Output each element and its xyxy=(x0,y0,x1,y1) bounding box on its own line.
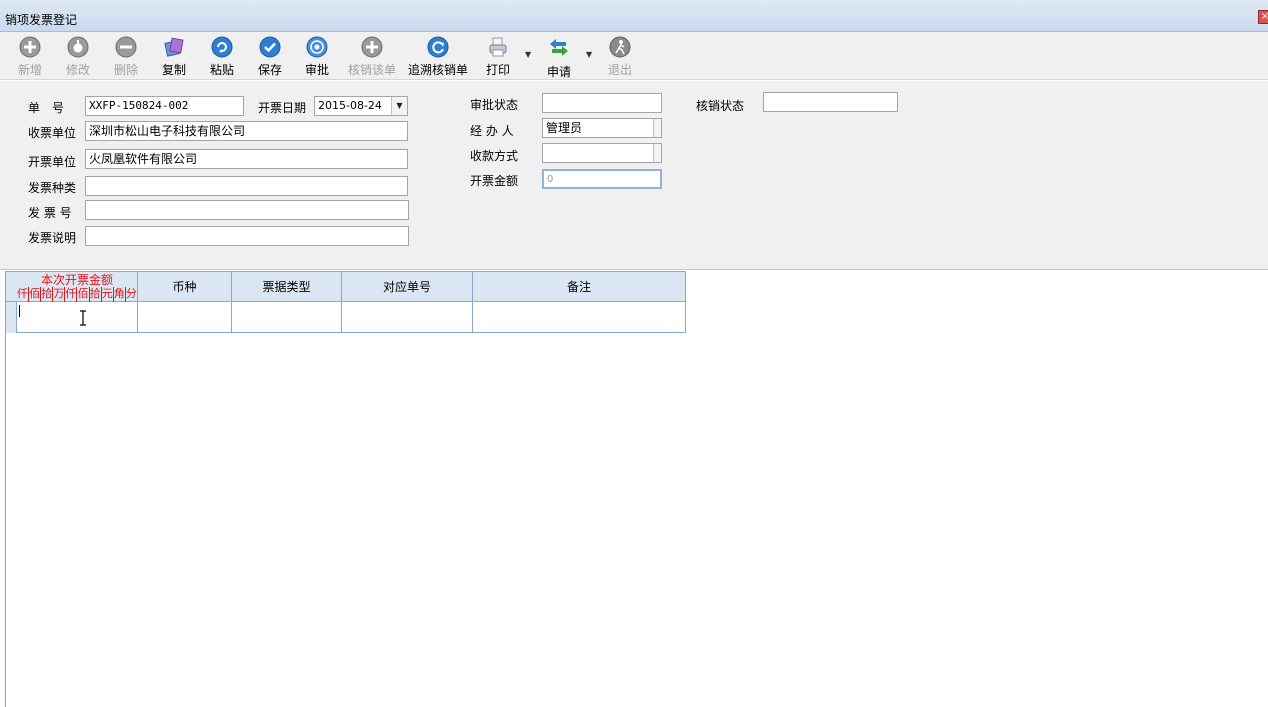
grid-header: 本次开票金额 仟 佰 拾 万 仟 佰 拾 元 角 分 币种 票据类型 对应单号 … xyxy=(6,271,686,302)
approval-status-label: 审批状态 xyxy=(470,98,519,112)
digit-label: 佰 xyxy=(29,287,42,302)
printer-icon xyxy=(489,37,507,57)
save-button-label: 保存 xyxy=(257,63,282,77)
currency-cell[interactable] xyxy=(138,302,232,333)
payment-method-dropdown-icon[interactable] xyxy=(653,144,661,162)
issuer-label: 开票单位 xyxy=(28,155,77,169)
plus-circle-icon xyxy=(19,36,41,58)
issuer-field[interactable]: 火凤凰软件有限公司 xyxy=(85,149,408,169)
payment-method-label: 收款方式 xyxy=(470,149,519,163)
invoice-amount-label: 开票金额 xyxy=(470,174,519,188)
delete-button[interactable]: 删除 xyxy=(110,36,142,80)
writeoff-button[interactable]: 核销该单 xyxy=(347,36,397,80)
invoice-date-label: 开票日期 xyxy=(258,101,307,115)
copy-button[interactable]: 复制 xyxy=(158,36,190,80)
edit-button-label: 修改 xyxy=(65,63,90,77)
amount-column-header[interactable]: 本次开票金额 仟 佰 拾 万 仟 佰 拾 元 角 分 xyxy=(17,272,138,302)
order-no-field[interactable]: XXFP-150824-002 xyxy=(85,96,244,116)
receiver-label: 收票单位 xyxy=(28,126,77,140)
add-button-label: 新增 xyxy=(17,63,42,77)
amount-cell[interactable] xyxy=(17,302,138,333)
copy-icon xyxy=(164,37,184,57)
exit-icon xyxy=(609,36,631,58)
apply-dropdown-icon[interactable]: ▼ xyxy=(586,50,592,59)
digit-label: 万 xyxy=(53,287,66,302)
digit-label: 拾 xyxy=(41,287,54,302)
payment-method-select[interactable] xyxy=(542,143,662,163)
chevron-down-icon[interactable]: ▼ xyxy=(391,97,407,115)
save-button[interactable]: 保存 xyxy=(254,36,286,80)
trace-icon xyxy=(427,36,449,58)
apply-button[interactable]: 申请 xyxy=(543,36,575,80)
title-bar: 销项发票登记 × xyxy=(0,0,1268,32)
sales-invoice-window: 销项发票登记 × 新增 修改 删除 复制 粘贴 保存 审批 核销该单 追溯核销单… xyxy=(0,0,1268,707)
invoice-type-field[interactable] xyxy=(85,176,408,196)
print-button[interactable]: 打印 xyxy=(482,36,514,80)
bill-type-column-header[interactable]: 票据类型 xyxy=(232,272,342,302)
delete-button-label: 删除 xyxy=(113,63,138,77)
handler-dropdown-icon[interactable] xyxy=(653,119,661,137)
window-title: 销项发票登记 xyxy=(5,13,78,27)
invoice-date-value: 2015-08-24 xyxy=(318,99,382,112)
remark-cell[interactable] xyxy=(473,302,686,333)
digit-label: 元 xyxy=(101,287,114,302)
handler-label: 经 办 人 xyxy=(470,124,514,138)
print-button-label: 打印 xyxy=(485,63,510,77)
digit-label: 拾 xyxy=(89,287,102,302)
exit-button-label: 退出 xyxy=(607,63,632,77)
paste-icon xyxy=(211,36,233,58)
minus-circle-icon xyxy=(115,36,137,58)
handler-select[interactable]: 管理员 xyxy=(542,118,662,138)
digit-label: 分 xyxy=(125,287,137,300)
amount-header-title: 本次开票金额 xyxy=(40,273,113,287)
save-check-icon xyxy=(259,36,281,58)
remark-column-header[interactable]: 备注 xyxy=(473,272,686,302)
invoice-type-label: 发票种类 xyxy=(28,181,77,195)
digit-label: 仟 xyxy=(17,287,30,302)
order-no-label: 单 号 xyxy=(28,101,65,115)
approve-button[interactable]: 审批 xyxy=(301,36,333,80)
amount-digit-scale: 仟 佰 拾 万 仟 佰 拾 元 角 分 xyxy=(17,287,137,302)
invoice-no-label: 发 票 号 xyxy=(28,206,72,220)
ref-no-cell[interactable] xyxy=(342,302,473,333)
receiver-field[interactable]: 深圳市松山电子科技有限公司 xyxy=(85,121,408,141)
digit-label: 角 xyxy=(113,287,126,302)
invoice-desc-label: 发票说明 xyxy=(28,231,77,245)
digit-label: 佰 xyxy=(77,287,90,302)
trace-writeoff-button[interactable]: 追溯核销单 xyxy=(406,36,470,80)
paste-button-label: 粘贴 xyxy=(209,63,234,77)
handler-value: 管理员 xyxy=(546,121,583,135)
currency-column-header[interactable]: 币种 xyxy=(138,272,232,302)
invoice-date-picker[interactable]: 2015-08-24 ▼ xyxy=(314,96,408,116)
apply-button-label: 申请 xyxy=(546,65,571,79)
print-dropdown-icon[interactable]: ▼ xyxy=(525,50,531,59)
invoice-no-field[interactable] xyxy=(85,200,409,220)
ref-no-column-header[interactable]: 对应单号 xyxy=(342,272,473,302)
edit-button[interactable]: 修改 xyxy=(62,36,94,80)
apply-arrows-icon xyxy=(550,39,568,56)
copy-button-label: 复制 xyxy=(161,63,186,77)
writeoff-status-field[interactable] xyxy=(763,92,898,112)
writeoff-button-label: 核销该单 xyxy=(347,63,396,77)
paste-button[interactable]: 粘贴 xyxy=(206,36,238,80)
bill-type-cell[interactable] xyxy=(232,302,342,333)
ibeam-cursor-icon xyxy=(80,310,86,326)
trace-writeoff-button-label: 追溯核销单 xyxy=(407,63,468,77)
approve-button-label: 审批 xyxy=(304,63,329,77)
invoice-form: 单 号 XXFP-150824-002 开票日期 2015-08-24 ▼ 审批… xyxy=(0,81,1268,270)
close-button[interactable]: × xyxy=(1258,10,1268,24)
exit-button[interactable]: 退出 xyxy=(604,36,636,80)
invoice-amount-field[interactable]: 0 xyxy=(542,169,662,189)
digit-label: 仟 xyxy=(65,287,78,302)
approve-icon xyxy=(306,36,328,58)
add-button[interactable]: 新增 xyxy=(14,36,46,80)
text-cursor xyxy=(19,305,20,317)
toolbar: 新增 修改 删除 复制 粘贴 保存 审批 核销该单 追溯核销单 打印 ▼ 申请 … xyxy=(0,32,1268,80)
writeoff-status-label: 核销状态 xyxy=(696,99,745,113)
detail-grid: 本次开票金额 仟 佰 拾 万 仟 佰 拾 元 角 分 币种 票据类型 对应单号 … xyxy=(5,271,1268,707)
approval-status-field[interactable] xyxy=(542,93,662,113)
writeoff-icon xyxy=(361,36,383,58)
edit-circle-icon xyxy=(67,36,89,58)
invoice-desc-field[interactable] xyxy=(85,226,409,246)
